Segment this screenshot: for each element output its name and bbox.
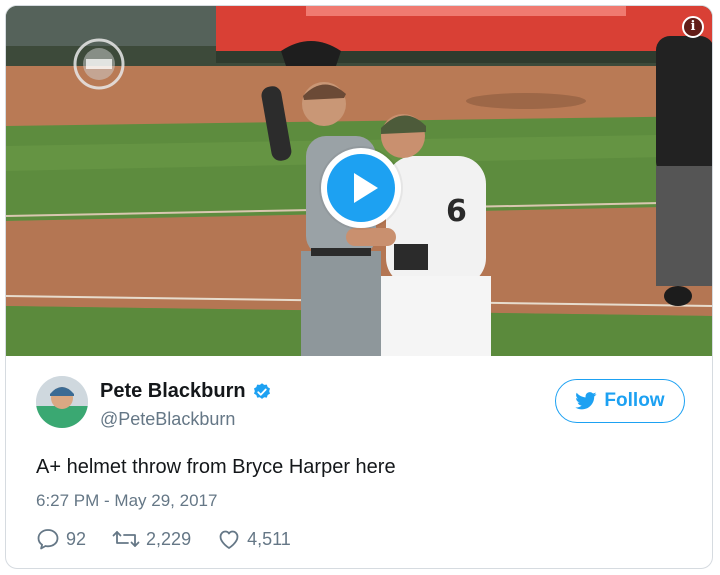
twitter-bird-icon	[575, 392, 597, 410]
tweet-timestamp[interactable]: 6:27 PM - May 29, 2017	[36, 491, 217, 511]
verified-badge-icon	[253, 382, 270, 399]
heart-icon	[219, 530, 239, 549]
tweet-text: A+ helmet throw from Bryce Harper here	[36, 456, 396, 478]
follow-button[interactable]: Follow	[555, 379, 685, 423]
reply-count: 92	[66, 528, 87, 549]
author-name[interactable]: Pete Blackburn	[100, 380, 246, 403]
retweet-count: 2,229	[146, 528, 192, 549]
play-button-circle	[327, 154, 395, 222]
follow-label: Follow	[604, 390, 665, 411]
author-name-row: Pete Blackburn	[100, 380, 272, 403]
avatar[interactable]	[36, 376, 88, 428]
reply-action[interactable]: 92	[36, 528, 86, 550]
tweet-card: 6 i Pete Blackburn @PeteBlackburn Follow…	[5, 5, 713, 569]
reply-icon	[37, 529, 59, 550]
play-icon	[354, 173, 378, 203]
svg-text:6: 6	[446, 194, 467, 229]
author-handle[interactable]: @PeteBlackburn	[100, 409, 235, 430]
like-count: 4,511	[247, 528, 291, 549]
info-icon[interactable]: i	[682, 16, 704, 38]
like-action[interactable]: 4,511	[217, 528, 291, 550]
tweet-actions: 92 2,229 4,511	[36, 528, 317, 550]
tweet-body: Pete Blackburn @PeteBlackburn Follow A+ …	[6, 356, 712, 568]
avatar-image	[36, 376, 88, 428]
video-media[interactable]: 6 i	[6, 6, 712, 356]
retweet-action[interactable]: 2,229	[112, 528, 191, 550]
retweet-icon	[112, 531, 140, 547]
play-button[interactable]	[321, 148, 401, 228]
